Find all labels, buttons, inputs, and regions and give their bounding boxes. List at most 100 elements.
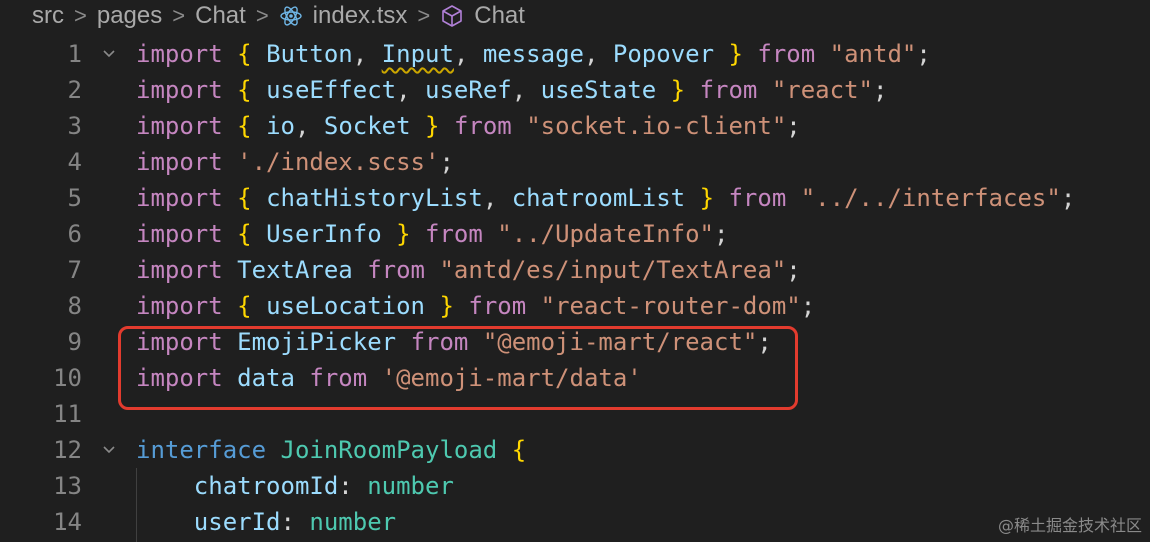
code-text[interactable]: import { useLocation } from "react-route… xyxy=(136,288,815,324)
code-text[interactable]: import './index.scss'; xyxy=(136,144,454,180)
code-token: Input xyxy=(381,40,454,68)
code-line[interactable]: 12 interface JoinRoomPayload { xyxy=(0,432,1150,468)
code-token: userId xyxy=(193,508,281,536)
code-line[interactable]: 4 import './index.scss'; xyxy=(0,144,1150,180)
code-text[interactable]: import { useEffect, useRef, useState } f… xyxy=(136,72,887,108)
code-token: useLocation xyxy=(266,292,426,320)
code-token: import xyxy=(136,256,223,284)
code-token: import xyxy=(136,76,223,104)
code-token: import xyxy=(136,184,223,212)
code-token: , xyxy=(482,184,512,212)
line-number: 12 xyxy=(53,436,82,464)
code-lines[interactable]: 1 import { Button, Input, message, Popove… xyxy=(0,36,1150,540)
code-line[interactable]: 6 import { UserInfo } from "../UpdateInfo… xyxy=(0,216,1150,252)
line-number: 5 xyxy=(67,184,82,212)
code-text[interactable]: chatroomId: number xyxy=(136,468,454,504)
breadcrumb-item-chat-folder[interactable]: Chat xyxy=(195,2,246,30)
code-line[interactable]: 7 import TextArea from "antd/es/input/Tex… xyxy=(0,252,1150,288)
code-token: , xyxy=(453,40,483,68)
code-token: "../../interfaces" xyxy=(800,184,1061,212)
code-text[interactable]: interface JoinRoomPayload { xyxy=(136,432,526,468)
code-token: ; xyxy=(786,256,801,284)
fold-chevron-down-icon[interactable] xyxy=(100,45,118,63)
code-token: UserInfo xyxy=(266,220,382,248)
code-token: import xyxy=(136,112,223,140)
line-number: 9 xyxy=(67,328,82,356)
breadcrumb-item-file[interactable]: index.tsx xyxy=(313,2,408,30)
code-token: import xyxy=(136,40,223,68)
breadcrumb-separator: > xyxy=(255,3,269,28)
code-token: from xyxy=(367,256,425,284)
code-text[interactable]: import TextArea from "antd/es/input/Text… xyxy=(136,252,801,288)
fold-chevron-down-icon[interactable] xyxy=(100,441,118,459)
code-text[interactable]: import { UserInfo } from "../UpdateInfo"… xyxy=(136,216,728,252)
code-token: chatroomList xyxy=(511,184,686,212)
breadcrumb-item-pages[interactable]: pages xyxy=(97,2,162,30)
indent-guide xyxy=(136,468,137,542)
code-text[interactable]: import { Button, Input, message, Popover… xyxy=(136,36,931,72)
component-cube-icon xyxy=(440,4,464,28)
code-line[interactable]: 1 import { Button, Input, message, Popove… xyxy=(0,36,1150,72)
code-token: from xyxy=(699,76,758,104)
code-token: ; xyxy=(800,292,816,320)
code-line[interactable]: 3 import { io, Socket } from "socket.io-c… xyxy=(0,108,1150,144)
code-line[interactable]: 13 chatroomId: number xyxy=(0,468,1150,504)
code-editor[interactable]: src > pages > Chat > index.tsx > Chat 1 … xyxy=(0,0,1150,542)
code-token: import xyxy=(136,148,223,176)
breadcrumb-separator: > xyxy=(74,3,87,28)
code-token: from xyxy=(728,184,787,212)
code-token: interface xyxy=(136,436,267,464)
line-number: 14 xyxy=(53,508,82,536)
code-token: './index.scss' xyxy=(237,148,440,176)
breadcrumb-item-symbol[interactable]: Chat xyxy=(474,2,525,30)
code-token: Popover xyxy=(612,40,715,68)
code-line[interactable]: 8 import { useLocation } from "react-rout… xyxy=(0,288,1150,324)
code-line[interactable]: 5 import { chatHistoryList, chatroomList … xyxy=(0,180,1150,216)
annotation-highlight-box xyxy=(118,326,798,410)
code-line[interactable]: 14 userId: number xyxy=(0,504,1150,540)
code-token: from xyxy=(425,220,483,248)
code-token: "socket.io-client" xyxy=(526,112,787,140)
code-token: , xyxy=(294,112,324,140)
code-token: } xyxy=(670,76,686,104)
code-token: { xyxy=(237,292,252,320)
code-token: JoinRoomPayload xyxy=(280,436,498,464)
code-token: chatHistoryList xyxy=(266,184,483,212)
code-token: , xyxy=(583,40,613,68)
breadcrumb-item-src[interactable]: src xyxy=(32,2,64,30)
breadcrumb-separator: > xyxy=(417,3,431,28)
breadcrumb-separator: > xyxy=(172,3,186,28)
code-text[interactable]: import { io, Socket } from "socket.io-cl… xyxy=(136,108,801,144)
code-token: { xyxy=(511,436,527,464)
code-token: "../UpdateInfo" xyxy=(497,220,715,248)
code-token: { xyxy=(237,184,252,212)
code-token: "antd" xyxy=(829,40,917,68)
code-text[interactable]: userId: number xyxy=(136,504,396,540)
code-text[interactable]: import { chatHistoryList, chatroomList }… xyxy=(136,180,1075,216)
code-line[interactable]: 2 import { useEffect, useRef, useState } … xyxy=(0,72,1150,108)
code-token: from xyxy=(453,112,512,140)
code-token: } xyxy=(439,292,454,320)
line-number: 6 xyxy=(67,220,82,248)
code-token: import xyxy=(136,292,223,320)
code-token: { xyxy=(237,220,252,248)
